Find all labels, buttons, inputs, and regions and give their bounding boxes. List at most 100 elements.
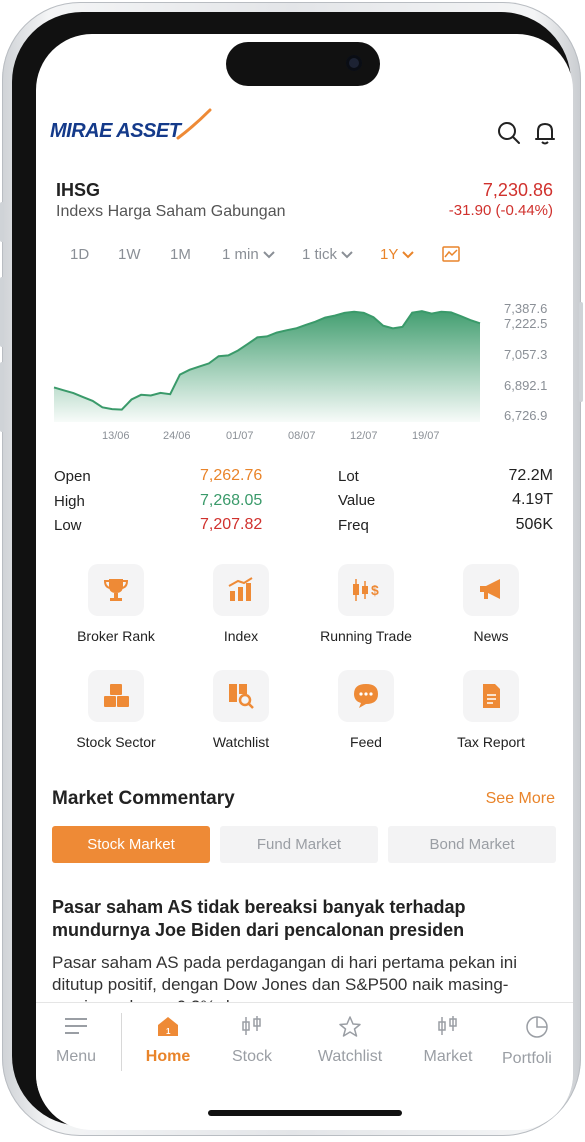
menu-icon-box	[463, 564, 519, 616]
x-axis-label: 08/07	[288, 430, 316, 442]
menu-icon-box	[88, 670, 144, 722]
index-change: -31.90 (-0.44%)	[448, 202, 553, 219]
nav-watchlist[interactable]: Watchlist	[310, 1015, 390, 1066]
menu-tax-report[interactable]: Tax Report	[436, 670, 546, 750]
dynamic-island	[226, 42, 380, 86]
tab-bond-market[interactable]: Bond Market	[388, 826, 556, 863]
phone-bezel: MIRAE ASSET IHSG Indexs Harga Saham Gabu…	[12, 12, 573, 1130]
nav-stock[interactable]: Stock	[212, 1015, 292, 1066]
home-icon: 1	[158, 1017, 178, 1036]
nav-menu[interactable]: Menu	[36, 1015, 116, 1066]
interval-value: 1 min	[222, 246, 259, 263]
y-axis-label: 7,222.5	[504, 316, 547, 331]
menu-label: Feed	[350, 734, 382, 750]
freq-value: 506K	[515, 516, 553, 533]
menu-feed[interactable]: Feed	[311, 670, 421, 750]
x-axis-label: 13/06	[102, 430, 130, 442]
menu-icon	[65, 1018, 87, 1034]
chart-type-icon[interactable]	[442, 246, 460, 262]
value-value: 4.19T	[512, 491, 553, 508]
nav-label: Portfoli	[502, 1050, 552, 1067]
menu-running-trade[interactable]: $ Running Trade	[311, 564, 421, 644]
menu-broker-rank[interactable]: Broker Rank	[61, 564, 171, 644]
logo-swoosh-icon	[176, 108, 212, 140]
article-headline[interactable]: Pasar saham AS tidak bereaksi banyak ter…	[52, 896, 552, 942]
value-label: Value	[338, 492, 376, 509]
high-label: High	[54, 493, 85, 510]
timeframe-1m[interactable]: 1M	[170, 246, 191, 263]
svg-text:$: $	[371, 582, 379, 598]
menu-icon-box: $	[338, 564, 394, 616]
menu-icon-box	[213, 564, 269, 616]
nav-label: Stock	[231, 1048, 272, 1065]
bar-chart-icon	[228, 577, 253, 601]
trophy-icon	[103, 579, 129, 601]
see-more-link[interactable]: See More	[486, 790, 555, 808]
phone-frame: MIRAE ASSET IHSG Indexs Harga Saham Gabu…	[0, 2, 583, 1136]
menu-label: Tax Report	[457, 734, 525, 750]
section-title: Market Commentary	[52, 788, 235, 809]
chevron-down-icon	[263, 251, 275, 259]
chart-area-fill	[54, 311, 480, 422]
interval-dropdown[interactable]: 1 min	[222, 246, 275, 263]
menu-icon-box	[88, 564, 144, 616]
document-icon	[483, 684, 500, 708]
low-value: 7,207.82	[200, 516, 263, 533]
menu-index[interactable]: Index	[186, 564, 296, 644]
menu-stock-sector[interactable]: Stock Sector	[61, 670, 171, 750]
index-chart[interactable]: 7,387.67,222.5 7,057.3 6,892.1 6,726.9 13/0…	[36, 296, 573, 446]
menu-label: News	[473, 628, 509, 644]
nav-divider	[121, 1013, 122, 1071]
chat-bubble-icon	[354, 684, 378, 708]
chevron-down-icon	[341, 251, 353, 259]
nav-label: Market	[423, 1048, 473, 1065]
menu-news[interactable]: News	[436, 564, 546, 644]
search-icon[interactable]	[496, 120, 522, 146]
open-label: Open	[54, 468, 91, 485]
lot-value: 72.2M	[508, 467, 553, 484]
tab-stock-market[interactable]: Stock Market	[52, 826, 210, 863]
range-value: 1Y	[380, 246, 399, 263]
index-name: Indexs Harga Saham Gabungan	[56, 203, 286, 220]
candlestick-dollar-icon: $	[353, 579, 379, 601]
x-axis-label: 01/07	[226, 430, 254, 442]
bell-icon[interactable]	[532, 120, 558, 146]
menu-watchlist[interactable]: Watchlist	[186, 670, 296, 750]
home-indicator[interactable]	[208, 1110, 402, 1116]
index-price: 7,230.86	[482, 180, 553, 200]
phone-volume-up	[0, 277, 4, 347]
timeframe-1w[interactable]: 1W	[118, 246, 141, 263]
star-icon	[339, 1016, 361, 1037]
x-axis-label: 19/07	[412, 430, 440, 442]
stock-icon	[242, 1016, 261, 1035]
x-axis-label: 12/07	[350, 430, 378, 442]
tick-value: 1 tick	[302, 246, 338, 263]
menu-label: Running Trade	[320, 628, 412, 644]
x-axis-label: 24/06	[163, 430, 191, 442]
timeframe-1d[interactable]: 1D	[70, 246, 89, 263]
index-code: IHSG	[56, 180, 101, 200]
freq-label: Freq	[338, 517, 369, 534]
front-camera	[346, 55, 362, 71]
nav-market[interactable]: Market	[408, 1015, 488, 1066]
menu-label: Watchlist	[212, 734, 270, 750]
low-label: Low	[54, 517, 82, 534]
y-axis-label: 7,057.3	[504, 347, 547, 362]
nav-label: Menu	[55, 1048, 97, 1065]
chevron-down-icon	[402, 251, 414, 259]
svg-text:1: 1	[166, 1027, 171, 1036]
y-axis-label: 7,387.6	[504, 301, 547, 316]
tick-dropdown[interactable]: 1 tick	[302, 246, 353, 263]
y-axis-label: 6,726.9	[504, 408, 547, 423]
nav-label: Home	[145, 1048, 191, 1065]
nav-label: Watchlist	[317, 1048, 383, 1065]
y-axis-label: 6,892.1	[504, 378, 547, 393]
megaphone-icon	[480, 579, 500, 599]
tab-fund-market[interactable]: Fund Market	[220, 826, 378, 863]
watchlist-search-icon	[229, 684, 254, 709]
range-dropdown[interactable]: 1Y	[380, 246, 414, 263]
article-body: Pasar saham AS pada perdagangan di hari …	[52, 953, 517, 1008]
nav-portfolio[interactable]: Portfoli	[502, 1015, 572, 1068]
menu-label: Broker Rank	[77, 628, 155, 644]
nav-home[interactable]: 1 Home	[128, 1015, 208, 1066]
